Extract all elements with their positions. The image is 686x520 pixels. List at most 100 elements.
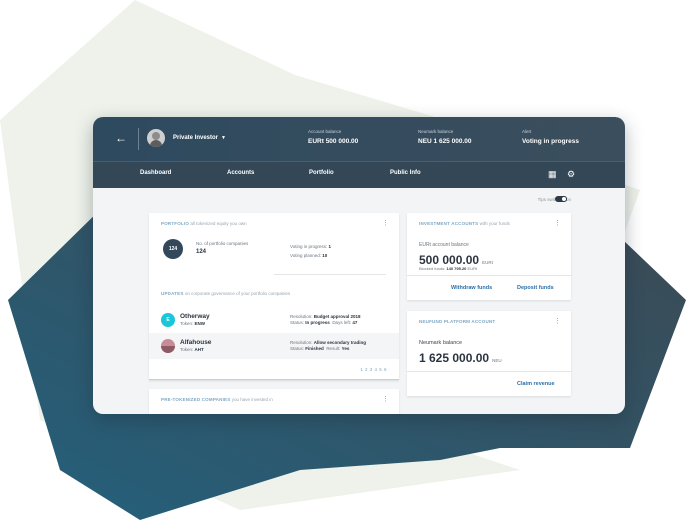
gear-icon[interactable]: ⚙ — [567, 169, 575, 180]
neufund-title: NEUFUND PLATFORM ACCOUNT — [419, 319, 496, 324]
updates-subtitle: on corporate governance of your portfoli… — [184, 291, 291, 296]
back-arrow-icon[interactable]: ← — [115, 131, 127, 145]
resolution-value: Allow secondary trading — [313, 340, 367, 345]
extra-value: 47 — [352, 320, 358, 325]
voting-in-progress-value: 1 — [328, 244, 332, 249]
investment-subtitle: with your funds — [479, 221, 510, 226]
nav-public-info[interactable]: Public Info — [390, 170, 421, 176]
token-label: Token: — [180, 347, 194, 352]
updates-title: UPDATES — [161, 291, 184, 296]
otherway-info: Otherway Token: ENW — [180, 313, 210, 326]
portfolio-divider — [274, 274, 386, 275]
resolution-label: Resolution: — [290, 340, 313, 345]
extra-label: Result: — [326, 346, 341, 351]
neufund-divider — [407, 371, 571, 372]
pretokenized-card: PRE-TOKENIZED COMPANIES you have investe… — [149, 389, 399, 414]
alfahouse-logo-icon — [161, 339, 175, 353]
app-window: ← Private Investor ▼ Account balance EURt… — [93, 117, 625, 414]
portfolio-companies: No. of portfolio companies 124 — [196, 241, 248, 255]
alert-value: Voting in progress — [522, 138, 579, 145]
portfolio-count-badge: 124 — [163, 239, 183, 259]
investment-title: INVESTMENT ACCOUNTS — [419, 221, 479, 226]
neufund-header: NEUFUND PLATFORM ACCOUNT — [419, 319, 495, 324]
token-value: AHT — [194, 347, 204, 352]
alfahouse-info: Alfahouse Token: AHT — [180, 339, 211, 352]
status-line: Status: In progress Days left: 47 — [290, 320, 357, 325]
neumark-balance-label: Neumark balance — [418, 129, 454, 134]
investment-card: INVESTMENT ACCOUNTS with your funds ⋮ EU… — [407, 213, 571, 300]
resolution-value: Budget approval 2018 — [313, 314, 361, 319]
investment-divider — [407, 275, 571, 276]
company-name: Alfahouse — [180, 339, 212, 346]
token-line: Token: ENW — [180, 321, 210, 326]
update-row[interactable]: Alfahouse Token: AHT Resolution: Allow s… — [149, 333, 399, 359]
header-divider — [138, 128, 139, 150]
updates-header: UPDATES on corporate governance of your … — [161, 291, 290, 296]
neumark-balance-card-value: 1 625 000.00 — [419, 351, 490, 365]
blocked-value: 140 795.20 — [446, 266, 467, 271]
alert-label: Alert — [522, 129, 532, 134]
neumark-balance-card-unit: NEU — [492, 358, 502, 363]
neumark-balance-card: 1 625 000.00 NEU — [419, 349, 502, 367]
chevron-down-icon: ▼ — [221, 135, 226, 141]
avatar[interactable] — [147, 129, 165, 147]
deposit-funds-button[interactable]: Deposit funds — [517, 285, 554, 291]
eurt-balance-label: EURt account balance — [419, 242, 469, 248]
token-value: ENW — [194, 321, 206, 326]
pretokenized-menu-icon[interactable]: ⋮ — [382, 395, 389, 403]
token-line: Token: AHT — [180, 347, 211, 352]
withdraw-funds-button[interactable]: Withdraw funds — [451, 285, 492, 291]
resolution-line: Resolution: Budget approval 2018 — [290, 314, 361, 319]
extra-value: Yes — [341, 346, 350, 351]
tips-toggle[interactable] — [555, 196, 567, 202]
nav-dashboard[interactable]: Dashboard — [140, 170, 171, 176]
neumark-balance-value: NEU 1 625 000.00 — [418, 138, 472, 145]
alert-stat[interactable]: Alert Voting in progress — [522, 129, 579, 145]
nav-accounts[interactable]: Accounts — [227, 170, 254, 176]
status-value: Finished — [305, 346, 324, 351]
grid-icon[interactable]: ▦ — [548, 169, 557, 180]
pretokenized-title: PRE-TOKENIZED COMPANIES — [161, 397, 231, 402]
portfolio-subtitle: all tokenized equity you own — [190, 221, 247, 226]
company-name: Otherway — [180, 313, 210, 320]
claim-revenue-button[interactable]: Claim revenue — [517, 381, 555, 387]
voting-planned-label: Voting planned: — [290, 253, 322, 258]
account-balance-value: EURt 500 000.00 — [308, 138, 359, 145]
nav-bar: Dashboard Accounts Portfolio Public Info… — [93, 161, 625, 188]
update-row[interactable]: E Otherway Token: ENW Resolution: Budget… — [149, 308, 399, 332]
portfolio-title: PORTFOLIO — [161, 221, 190, 226]
eurt-balance-value: 500 000.00 — [419, 253, 480, 267]
role-dropdown[interactable]: Private Investor ▼ — [173, 135, 226, 141]
blocked-label: Blocked funds: — [419, 266, 446, 271]
resolution-line: Resolution: Allow secondary trading — [290, 340, 366, 345]
pretokenized-subtitle: you have invested in — [231, 397, 273, 402]
companies-label: No. of portfolio companies — [196, 241, 249, 246]
top-bar: ← Private Investor ▼ Account balance EURt… — [93, 117, 625, 161]
portfolio-card: PORTFOLIO all tokenized equity you own ⋮… — [149, 213, 399, 380]
portfolio-card-header: PORTFOLIO all tokenized equity you own — [161, 221, 247, 226]
status-value: In progress — [305, 320, 330, 325]
neufund-menu-icon[interactable]: ⋮ — [554, 317, 561, 325]
role-label: Private Investor — [173, 135, 219, 141]
companies-value: 124 — [196, 249, 207, 255]
status-label: Status: — [290, 320, 305, 325]
voting-planned: Voting planned: 10 — [290, 253, 327, 258]
investment-menu-icon[interactable]: ⋮ — [554, 219, 561, 227]
blocked-unit: EURt — [467, 266, 478, 271]
toggle-knob — [561, 196, 567, 202]
neumark-balance-stat: Neumark balance NEU 1 625 000.00 — [418, 129, 471, 145]
nav-portfolio[interactable]: Portfolio — [309, 170, 334, 176]
investment-header: INVESTMENT ACCOUNTS with your funds — [419, 221, 510, 226]
pagination[interactable]: 1 2 3 4 5 6 — [360, 367, 387, 372]
blocked-funds: Blocked funds: 140 795.20 EURt — [419, 266, 477, 271]
resolution-label: Resolution: — [290, 314, 313, 319]
portfolio-menu-icon[interactable]: ⋮ — [382, 219, 389, 227]
pretokenized-header: PRE-TOKENIZED COMPANIES you have investe… — [161, 397, 273, 402]
account-balance-label: Account balance — [308, 129, 342, 134]
token-label: Token: — [180, 321, 194, 326]
neufund-card: NEUFUND PLATFORM ACCOUNT ⋮ Neumark balan… — [407, 311, 571, 396]
extra-label: Days left: — [332, 320, 352, 325]
status-line: Status: Finished Result: Yes — [290, 346, 349, 351]
status-label: Status: — [290, 346, 305, 351]
card-bottom-line — [149, 379, 399, 380]
